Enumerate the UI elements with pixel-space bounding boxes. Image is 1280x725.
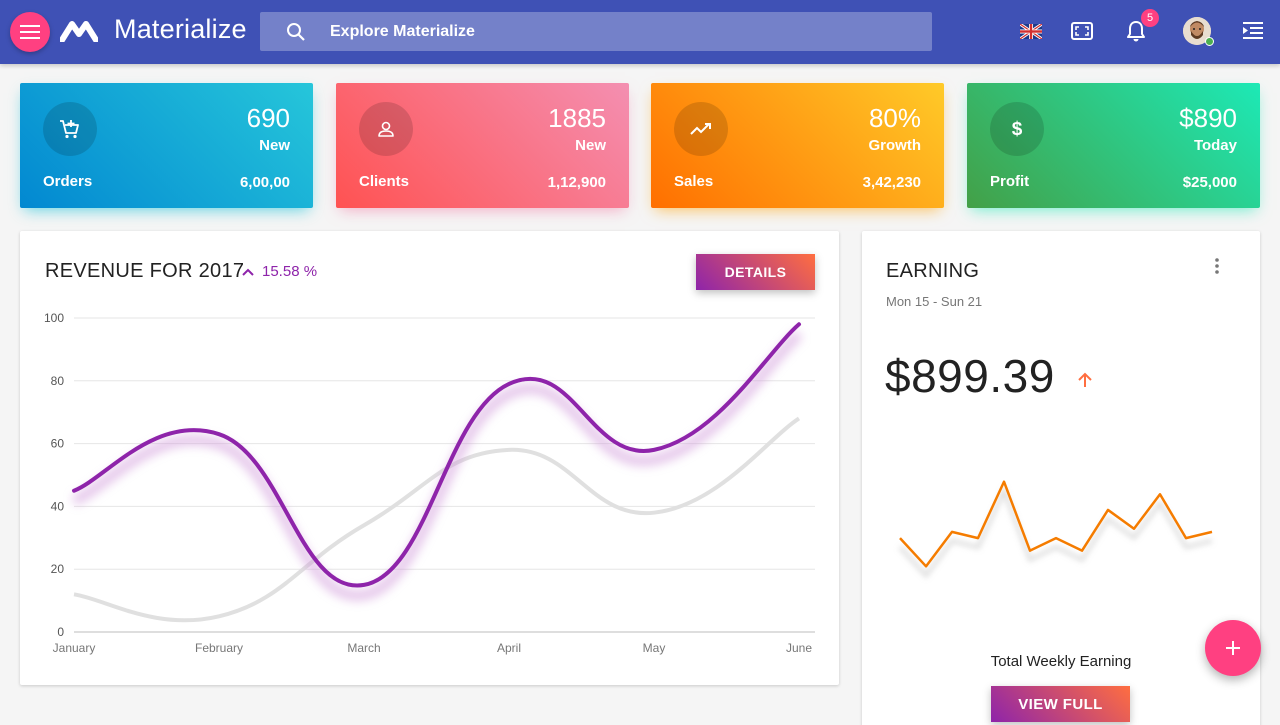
earning-caption: Total Weekly Earning	[990, 653, 1132, 670]
search-input[interactable]	[330, 12, 910, 51]
list-collapse-icon[interactable]	[1243, 22, 1263, 40]
add-fab-button[interactable]	[1205, 620, 1261, 676]
dollar-icon: $	[990, 102, 1044, 156]
top-navbar: Materialize 5	[0, 0, 1280, 64]
person-icon	[359, 102, 413, 156]
brand-name[interactable]: Materialize	[114, 14, 247, 45]
y-tick-label: 40	[51, 499, 65, 513]
search-bar	[260, 12, 932, 51]
stat-value: 690	[246, 103, 290, 133]
plus-icon	[1226, 641, 1240, 655]
uk-flag-icon[interactable]	[1020, 24, 1042, 39]
stat-label: Clients	[359, 173, 410, 190]
search-icon	[287, 23, 305, 41]
stat-label: Profit	[990, 173, 1030, 190]
stat-sub: New	[575, 137, 606, 154]
view-full-button[interactable]: VIEW FULL	[991, 686, 1130, 722]
y-tick-label: 80	[51, 374, 65, 388]
svg-text:$: $	[1012, 119, 1023, 140]
x-tick-label: January	[53, 641, 96, 655]
online-status-dot	[1205, 37, 1214, 46]
menu-button[interactable]	[10, 12, 50, 52]
materialize-logo-icon	[60, 21, 98, 42]
trending-icon	[674, 102, 728, 156]
menu-icon	[20, 25, 40, 39]
x-tick-label: March	[347, 641, 380, 655]
y-tick-label: 100	[44, 311, 64, 325]
series-line-shadow	[71, 330, 803, 601]
stat-label: Sales	[674, 173, 714, 190]
weekly-earning-chart	[898, 480, 1213, 579]
x-tick-label: May	[643, 641, 666, 655]
stat-total: 3,42,230	[862, 174, 921, 191]
revenue-panel: REVENUE FOR 2017 15.58 % DETAILS 0 20 40 60…	[20, 231, 839, 685]
sales-card[interactable]: 80% Growth Sales 3,42,230	[651, 83, 944, 208]
stat-label: Orders	[43, 173, 93, 190]
x-tick-label: June	[786, 641, 812, 655]
stat-sub: Today	[1193, 137, 1237, 154]
stat-value: 1885	[548, 103, 606, 133]
stat-total: $25,000	[1182, 174, 1237, 191]
stat-value: $890	[1179, 103, 1237, 133]
stat-total: 6,00,00	[239, 174, 290, 191]
cart-add-icon	[43, 102, 97, 156]
stat-sub: New	[259, 137, 290, 154]
y-tick-label: 20	[51, 562, 65, 576]
clients-card[interactable]: 1885 New Clients 1,12,900	[336, 83, 629, 208]
orders-card[interactable]: 690 New Orders 6,00,00	[20, 83, 313, 208]
revenue-chart: 0 20 40 60 80 100 January February March April May…	[44, 311, 815, 655]
x-tick-label: February	[195, 641, 243, 655]
earning-panel: EARNING Mon 15 - Sun 21 $899.39 Total We…	[862, 231, 1260, 725]
y-tick-label: 0	[57, 625, 64, 639]
fullscreen-icon[interactable]	[1071, 22, 1093, 40]
notification-badge: 5	[1141, 9, 1159, 27]
weekly-line	[899, 480, 1213, 568]
series-line-primary	[72, 322, 801, 588]
stat-total: 1,12,900	[547, 174, 606, 191]
y-tick-label: 60	[51, 437, 65, 451]
stat-sub: Growth	[868, 137, 922, 154]
stat-value: 80%	[868, 103, 921, 133]
profit-card[interactable]: $ $890 Today Profit $25,000	[967, 83, 1260, 208]
x-tick-label: April	[497, 641, 521, 655]
